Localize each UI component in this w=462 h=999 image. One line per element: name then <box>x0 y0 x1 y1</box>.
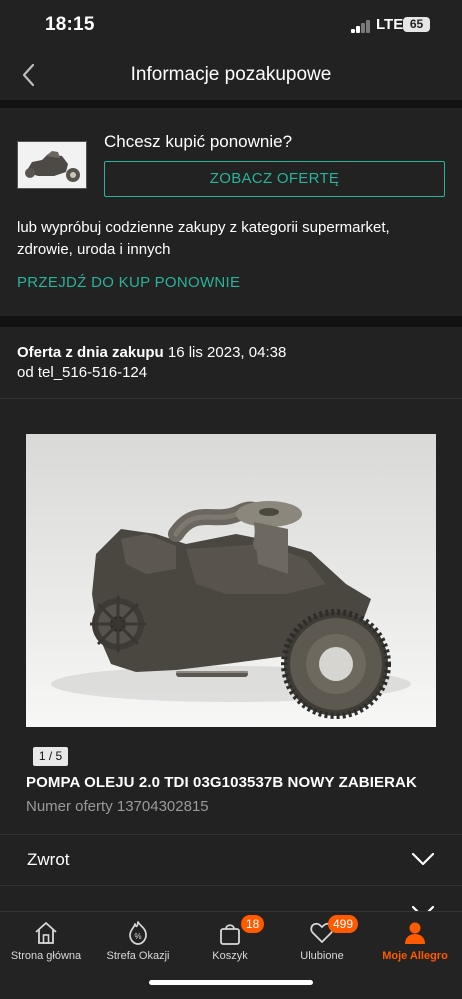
status-bar: 18:15 LTE 65 <box>0 0 462 50</box>
nav-item-cart[interactable]: 18 Koszyk <box>184 912 276 982</box>
nav-item-my-allegro[interactable]: Moje Allegro <box>369 912 461 982</box>
network-type: LTE <box>376 16 404 33</box>
nav-label-my-allegro: Moje Allegro <box>382 950 448 962</box>
return-section-label: Zwrot <box>27 850 70 869</box>
product-thumbnail[interactable] <box>17 141 87 189</box>
cart-badge: 18 <box>241 915 265 933</box>
favorites-badge: 499 <box>328 915 359 933</box>
return-section-row[interactable]: Zwrot <box>0 835 462 885</box>
nav-item-home[interactable]: Strona główna <box>0 912 92 982</box>
product-image[interactable] <box>26 434 436 727</box>
battery-icon: 65 <box>403 17 430 32</box>
top-bar: Informacje pozakupowe <box>0 50 462 100</box>
home-icon <box>35 922 57 944</box>
percent-badge-icon: % <box>129 921 147 945</box>
nav-label-deals: Strefa Okazji <box>106 950 170 962</box>
svg-text:%: % <box>134 932 141 941</box>
section-gap <box>0 100 462 108</box>
offer-date-label: Oferta z dnia zakupu <box>17 344 164 361</box>
signal-icon <box>351 20 371 33</box>
nav-item-deals[interactable]: % Strefa Okazji <box>92 912 184 982</box>
buy-again-description: lub wypróbuj codzienne zakupy z kategori… <box>17 219 390 258</box>
section-gap <box>0 316 462 327</box>
status-time: 18:15 <box>45 14 95 35</box>
cart-icon <box>220 924 240 945</box>
image-counter: 1 / 5 <box>33 747 68 766</box>
nav-label-cart: Koszyk <box>212 950 248 962</box>
page-title: Informacje pozakupowe <box>130 64 332 85</box>
user-icon <box>405 922 425 944</box>
buy-again-link[interactable]: PRZEJDŹ DO KUP PONOWNIE <box>17 274 240 291</box>
buy-again-title: Chcesz kupić ponownie? <box>104 132 293 151</box>
bottom-navigation: Strona główna % Strefa Okazji 18 Koszyk … <box>0 911 462 999</box>
nav-label-home: Strona główna <box>10 950 82 962</box>
chevron-down-icon <box>411 852 435 866</box>
see-offer-button[interactable]: ZOBACZ OFERTĘ <box>104 161 445 197</box>
offer-number: Numer oferty 13704302815 <box>26 798 209 815</box>
offer-date-info: Oferta z dnia zakupu 16 lis 2023, 04:38 … <box>17 343 286 383</box>
home-indicator <box>149 980 313 985</box>
product-title[interactable]: POMPA OLEJU 2.0 TDI 03G103537B NOWY ZABI… <box>26 774 417 791</box>
nav-item-favorites[interactable]: 499 Ulubione <box>276 912 368 982</box>
divider <box>0 398 462 399</box>
nav-label-favorites: Ulubione <box>300 950 344 962</box>
offer-date-value: 16 lis 2023, 04:38 <box>167 344 287 361</box>
seller-line: od tel_516-516-124 <box>17 364 148 381</box>
buy-again-card: Chcesz kupić ponownie? ZOBACZ OFERTĘ lub… <box>0 108 462 316</box>
